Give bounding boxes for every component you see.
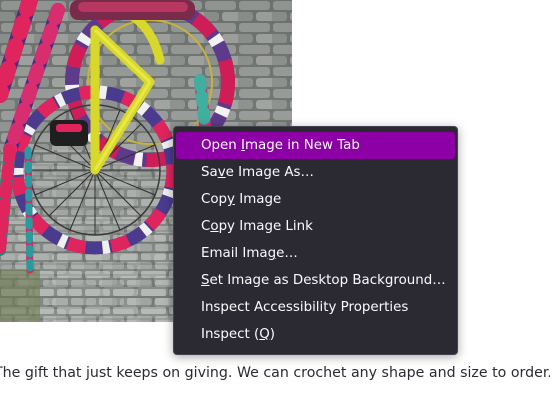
menu-item-label-rest: ): [269, 327, 276, 342]
menu-item-label-rest: e…: [276, 246, 298, 261]
menu-item-access-key: o: [210, 219, 219, 234]
menu-item-inspect-accessibility[interactable]: Inspect Accessibility Properties: [176, 294, 455, 321]
menu-item-inspect[interactable]: Inspect (Q): [176, 321, 455, 348]
menu-item-access-key: S: [201, 273, 210, 288]
menu-item-label-rest: py Image Link: [218, 219, 313, 234]
menu-item-label-rest: Image: [234, 192, 282, 207]
menu-item-access-key: g: [267, 246, 277, 261]
menu-item-label: Email Ima: [201, 246, 268, 261]
menu-item-open-image-new-tab[interactable]: Open Image in New Tab: [176, 132, 455, 159]
menu-item-label: Cop: [201, 192, 228, 207]
menu-item-label: Inspect (: [201, 327, 260, 342]
image-caption: The gift that just keeps on giving. We c…: [0, 365, 550, 381]
menu-item-label: Inspect Accessibility Properties: [201, 300, 409, 315]
menu-item-label-rest: e Image As…: [225, 165, 314, 180]
menu-item-label-rest: et Image as Desktop Background…: [209, 273, 446, 288]
menu-item-label: C: [201, 219, 211, 234]
menu-item-email-image[interactable]: Email Image…: [176, 240, 455, 267]
context-menu: Open Image in New Tab Save Image As… Cop…: [173, 126, 458, 355]
menu-item-access-key: Q: [259, 327, 270, 342]
page: The gift that just keeps on giving. We c…: [0, 0, 550, 410]
menu-item-access-key: y: [227, 192, 235, 207]
menu-item-copy-image-link[interactable]: Copy Image Link: [176, 213, 455, 240]
menu-item-label-rest: mage in New Tab: [244, 138, 360, 153]
menu-item-set-desktop-background[interactable]: Set Image as Desktop Background…: [176, 267, 455, 294]
menu-item-access-key: v: [217, 165, 226, 180]
menu-item-copy-image[interactable]: Copy Image: [176, 186, 455, 213]
menu-item-save-image-as[interactable]: Save Image As…: [176, 159, 455, 186]
menu-item-label: Sa: [201, 165, 218, 180]
menu-item-label: Open: [201, 138, 242, 153]
